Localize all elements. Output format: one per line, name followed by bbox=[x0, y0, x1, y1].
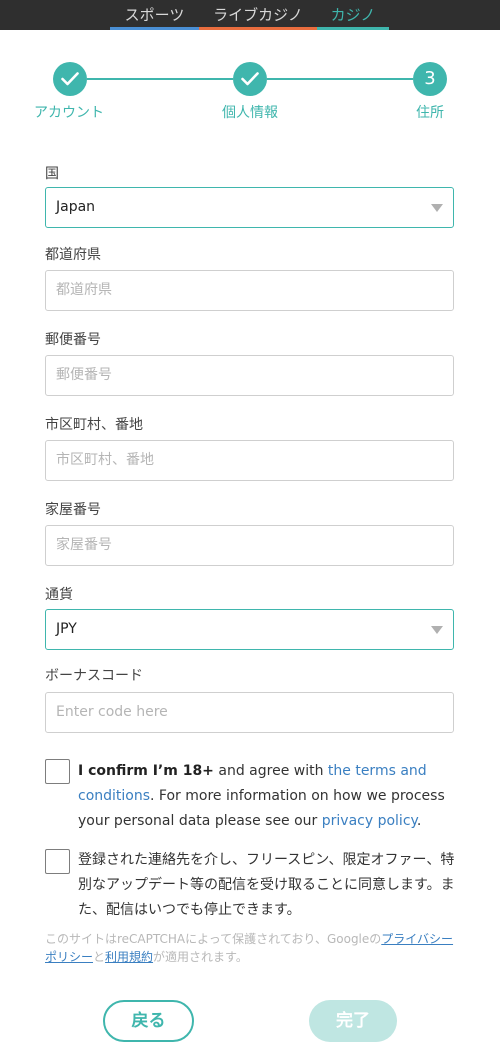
building-input[interactable] bbox=[56, 526, 436, 564]
step-2-check bbox=[233, 62, 267, 96]
done-button[interactable]: 完了 bbox=[309, 1000, 397, 1042]
recaptcha-prefix: このサイトはreCAPTCHAによって保護されており、Googleの bbox=[45, 932, 382, 946]
marketing-consent-checkbox[interactable] bbox=[45, 849, 70, 874]
city-input[interactable] bbox=[56, 441, 436, 479]
step-2-label: 個人情報 bbox=[222, 105, 278, 121]
city-field[interactable] bbox=[45, 440, 454, 481]
postal-field[interactable] bbox=[45, 355, 454, 396]
tab-sports[interactable]: スポーツ bbox=[110, 0, 199, 30]
age-confirm-bold: I confirm I’m 18+ bbox=[78, 763, 214, 779]
age-consent-checkbox[interactable] bbox=[45, 759, 70, 784]
step-connector-1 bbox=[87, 78, 233, 80]
recaptcha-suffix: が適用されます。 bbox=[153, 950, 248, 964]
postal-input[interactable] bbox=[56, 356, 436, 394]
building-field[interactable] bbox=[45, 525, 454, 566]
city-label: 市区町村、番地 bbox=[45, 417, 143, 433]
registration-stepper: 3 アカウント 個人情報 住所 bbox=[0, 30, 500, 130]
age-consent-text: I confirm I’m 18+ and agree with the ter… bbox=[78, 759, 458, 834]
currency-value: JPY bbox=[56, 621, 77, 637]
chevron-down-icon bbox=[431, 626, 443, 634]
prefecture-field[interactable] bbox=[45, 270, 454, 311]
step-3-number: 3 bbox=[413, 62, 447, 96]
back-button[interactable]: 戻る bbox=[103, 1000, 194, 1042]
recaptcha-notice: このサイトはreCAPTCHAによって保護されており、Googleのプライバシー… bbox=[45, 930, 455, 966]
tab-live-casino-label: ライブカジノ bbox=[213, 6, 303, 24]
country-label: 国 bbox=[45, 166, 59, 182]
tab-sports-label: スポーツ bbox=[124, 6, 185, 24]
chevron-down-icon bbox=[431, 204, 443, 212]
top-tab-bar: スポーツ ライブカジノ カジノ bbox=[0, 0, 500, 30]
google-terms-link[interactable]: 利用規約 bbox=[105, 950, 153, 964]
age-consent-mid: and agree with bbox=[213, 763, 328, 779]
currency-label: 通貨 bbox=[45, 587, 73, 603]
currency-select[interactable]: JPY bbox=[45, 609, 454, 650]
age-consent-end: . bbox=[416, 813, 422, 829]
marketing-consent-text: 登録された連絡先を介し、フリースピン、限定オファー、特別なアップデート等の配信を… bbox=[78, 852, 455, 918]
step-1-check bbox=[53, 62, 87, 96]
privacy-policy-link[interactable]: privacy policy bbox=[322, 813, 417, 829]
prefecture-label: 都道府県 bbox=[45, 247, 101, 263]
tab-casino-label: カジノ bbox=[330, 6, 376, 24]
step-3-label: 住所 bbox=[416, 105, 444, 121]
bonus-field[interactable] bbox=[45, 692, 454, 733]
recaptcha-mid: と bbox=[93, 950, 106, 964]
check-icon bbox=[241, 72, 259, 86]
check-icon bbox=[61, 72, 79, 86]
building-label: 家屋番号 bbox=[45, 502, 101, 518]
bonus-code-input[interactable] bbox=[56, 693, 436, 731]
country-select[interactable]: Japan bbox=[45, 187, 454, 228]
country-value: Japan bbox=[56, 199, 96, 215]
bonus-label: ボーナスコード bbox=[45, 668, 143, 684]
postal-label: 郵便番号 bbox=[45, 332, 101, 348]
tab-live-casino[interactable]: ライブカジノ bbox=[199, 0, 317, 30]
tab-casino[interactable]: カジノ bbox=[317, 0, 389, 30]
prefecture-input[interactable] bbox=[56, 271, 436, 309]
step-connector-2 bbox=[267, 78, 413, 80]
step-1-label: アカウント bbox=[34, 105, 104, 121]
